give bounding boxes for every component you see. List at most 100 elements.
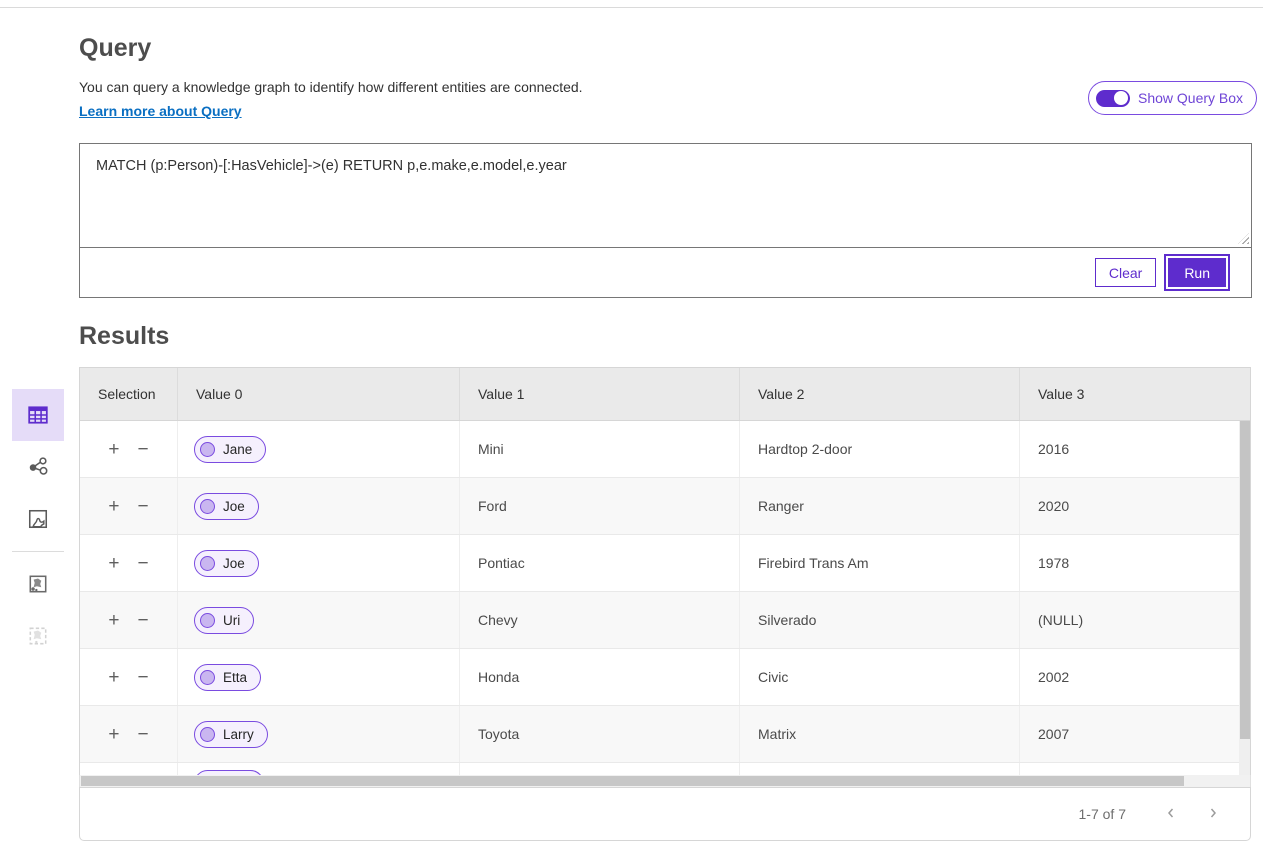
add-to-selection-icon[interactable]: + [108,725,119,744]
remove-from-selection-icon[interactable]: − [138,554,149,573]
remove-from-selection-icon[interactable]: − [138,668,149,687]
entity-cell: Uri [178,592,460,648]
table-row: + − Etta Honda Civic 2002 [80,649,1250,706]
query-description: You can query a knowledge graph to ident… [79,79,583,95]
table-row: + − Joe Ford Ranger 2020 [80,478,1250,535]
year-cell [1020,763,1250,775]
new-link-chart-button[interactable] [12,558,64,610]
chevron-left-icon [1164,806,1178,820]
model-cell: Firebird Trans Am [740,535,1020,591]
person-entity-chip[interactable]: Etta [194,664,261,691]
next-page-button[interactable] [1198,802,1228,827]
person-entity-chip[interactable]: Larry [194,721,268,748]
remove-from-selection-icon[interactable]: − [138,497,149,516]
add-to-selection-icon[interactable]: + [108,497,119,516]
map-icon [27,508,49,530]
new-link-chart-icon [27,573,49,595]
toggle-label: Show Query Box [1138,90,1243,106]
rail-divider [12,551,64,552]
new-map-button-disabled [12,610,64,662]
year-cell: (NULL) [1020,592,1250,648]
entity-cell: Larry [178,706,460,762]
remove-from-selection-icon[interactable]: − [138,440,149,459]
model-cell: Civic [740,649,1020,705]
map-view-button[interactable] [12,493,64,545]
add-to-selection-icon[interactable]: + [108,668,119,687]
entity-dot-icon [200,670,215,685]
toggle-knob [1114,91,1128,105]
horizontal-scrollbar-thumb[interactable] [81,776,1184,786]
entity-cell: Joe [178,535,460,591]
column-header-value2: Value 2 [740,368,1020,420]
pagination-bar: 1-7 of 7 [79,787,1251,841]
vertical-scrollbar[interactable] [1239,421,1250,775]
show-query-box-toggle[interactable]: Show Query Box [1088,81,1257,115]
make-cell: Toyota [460,706,740,762]
make-cell: Honda [460,649,740,705]
table-row: + − Joe Pontiac Firebird Trans Am 1978 [80,535,1250,592]
page-top-border [0,7,1263,8]
make-cell: Mini [460,421,740,477]
link-chart-view-button[interactable] [12,441,64,493]
query-input[interactable]: MATCH (p:Person)-[:HasVehicle]->(e) RETU… [80,144,1251,248]
add-to-selection-icon[interactable]: + [108,611,119,630]
resize-handle[interactable] [1238,233,1249,244]
person-entity-chip[interactable]: Jane [194,436,266,463]
previous-page-button[interactable] [1156,802,1186,827]
pagination-range-label: 1-7 of 7 [1079,806,1126,822]
entity-dot-icon [200,613,215,628]
person-entity-chip[interactable]: Joe [194,493,259,520]
table-row: + − Uri Chevy Silverado (NULL) [80,592,1250,649]
horizontal-scrollbar[interactable] [79,775,1251,787]
chip-label: Joe [223,499,245,514]
vertical-scrollbar-thumb[interactable] [1240,421,1250,739]
year-cell: 2002 [1020,649,1250,705]
add-to-selection-icon[interactable]: + [108,440,119,459]
chevron-right-icon [1206,806,1220,820]
table-view-button[interactable] [12,389,64,441]
chip-label: Joe [223,556,245,571]
learn-more-link[interactable]: Learn more about Query [79,103,242,119]
add-to-selection-icon[interactable]: + [108,554,119,573]
link-chart-icon [27,456,49,478]
column-header-value3: Value 3 [1020,368,1250,420]
table-row-partial [80,763,1250,775]
person-entity-chip[interactable]: Joe [194,550,259,577]
selection-cell: + − [80,706,178,762]
make-cell: Ford [460,478,740,534]
chip-label: Etta [223,670,247,685]
selection-cell: + − [80,649,178,705]
remove-from-selection-icon[interactable]: − [138,725,149,744]
entity-cell: Jane [178,421,460,477]
chip-label: Larry [223,727,254,742]
selection-cell: + − [80,421,178,477]
entity-dot-icon [200,499,215,514]
chip-label: Jane [223,442,252,457]
query-text: MATCH (p:Person)-[:HasVehicle]->(e) RETU… [96,158,567,174]
column-header-value0: Value 0 [178,368,460,420]
results-table: Selection Value 0 Value 1 Value 2 Value … [79,367,1251,841]
year-cell: 2007 [1020,706,1250,762]
remove-from-selection-icon[interactable]: − [138,611,149,630]
clear-button[interactable]: Clear [1095,258,1156,287]
table-header-row: Selection Value 0 Value 1 Value 2 Value … [79,367,1251,421]
selection-cell [80,763,178,775]
model-cell: Matrix [740,706,1020,762]
model-cell [740,763,1020,775]
column-header-value1: Value 1 [460,368,740,420]
toggle-switch-icon[interactable] [1096,90,1130,107]
run-button[interactable]: Run [1168,258,1226,287]
results-title: Results [79,322,169,351]
entity-dot-icon [200,727,215,742]
model-cell: Hardtop 2-door [740,421,1020,477]
selection-cell: + − [80,478,178,534]
person-entity-chip[interactable]: Uri [194,607,254,634]
model-cell: Ranger [740,478,1020,534]
make-cell: Pontiac [460,535,740,591]
page-title: Query [79,34,151,63]
column-header-selection: Selection [80,368,178,420]
entity-dot-icon [200,556,215,571]
new-map-icon [27,625,49,647]
make-cell: Chevy [460,592,740,648]
model-cell: Silverado [740,592,1020,648]
